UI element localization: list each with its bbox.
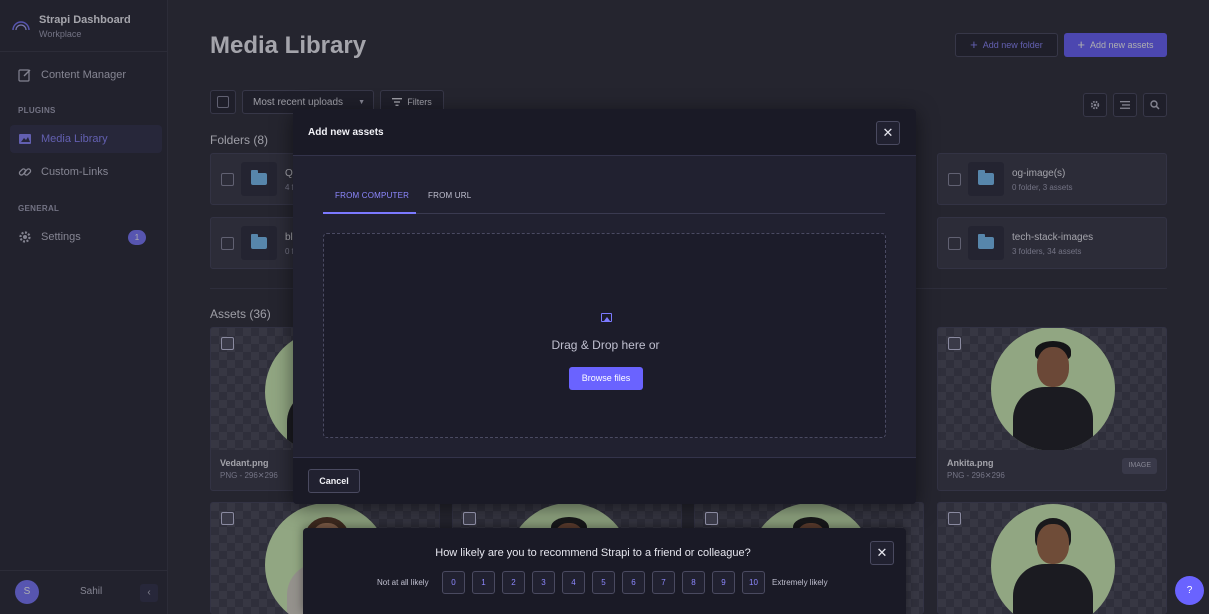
nps-score-10[interactable]: 10 (742, 571, 765, 594)
file-dropzone[interactable]: Drag & Drop here or Browse files (323, 233, 886, 438)
close-icon[interactable]: ✕ (876, 121, 900, 145)
nps-score-3[interactable]: 3 (532, 571, 555, 594)
dialog-footer: Cancel (293, 457, 916, 504)
asset-checkbox[interactable] (463, 512, 476, 525)
asset-checkbox[interactable] (221, 512, 234, 525)
browse-files-button[interactable]: Browse files (569, 367, 643, 390)
nps-score-6[interactable]: 6 (622, 571, 645, 594)
asset-checkbox[interactable] (221, 337, 234, 350)
nps-high-label: Extremely likely (772, 578, 828, 587)
nps-score-4[interactable]: 4 (562, 571, 585, 594)
add-assets-dialog: Add new assets ✕ FROM COMPUTER FROM URL … (293, 109, 916, 504)
nps-score-9[interactable]: 9 (712, 571, 735, 594)
dropzone-text: Drag & Drop here or (551, 338, 660, 352)
active-tab-indicator (323, 212, 416, 214)
nps-score-1[interactable]: 1 (472, 571, 495, 594)
asset-checkbox[interactable] (948, 337, 961, 350)
cancel-button[interactable]: Cancel (308, 469, 360, 493)
dialog-header: Add new assets ✕ (293, 109, 916, 156)
dialog-title: Add new assets (308, 127, 384, 138)
help-button[interactable]: ? (1175, 576, 1204, 605)
tab-from-url[interactable]: FROM URL (428, 191, 471, 200)
image-upload-icon (601, 313, 612, 322)
nps-score-7[interactable]: 7 (652, 571, 675, 594)
asset-checkbox[interactable] (948, 512, 961, 525)
asset-checkbox[interactable] (705, 512, 718, 525)
close-icon[interactable]: ✕ (870, 541, 894, 565)
nps-score-2[interactable]: 2 (502, 571, 525, 594)
nps-question: How likely are you to recommend Strapi t… (435, 547, 751, 559)
nps-low-label: Not at all likely (377, 578, 429, 587)
nps-survey: How likely are you to recommend Strapi t… (303, 528, 906, 614)
nps-score-0[interactable]: 0 (442, 571, 465, 594)
nps-score-5[interactable]: 5 (592, 571, 615, 594)
nps-score-8[interactable]: 8 (682, 571, 705, 594)
tab-from-computer[interactable]: FROM COMPUTER (335, 191, 409, 200)
